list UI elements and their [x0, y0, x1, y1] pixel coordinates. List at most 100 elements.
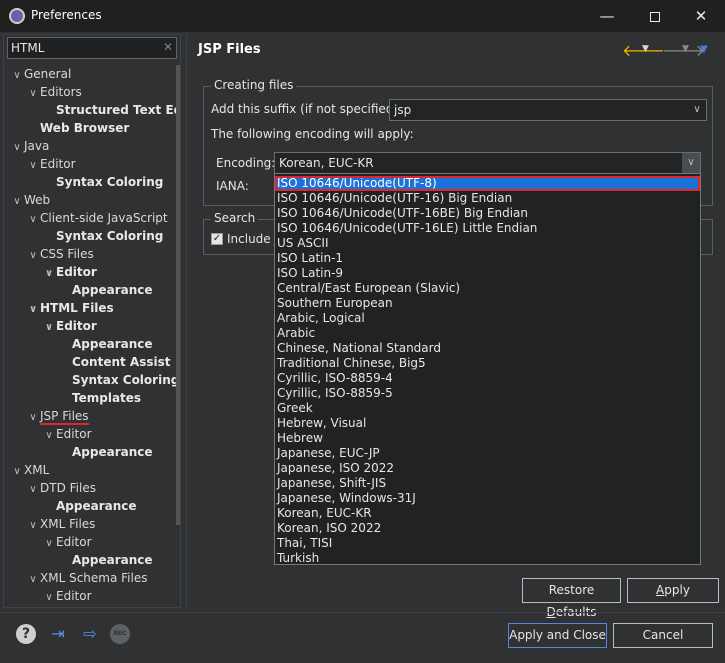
encoding-option[interactable]: Turkish — [275, 551, 700, 564]
encoding-option[interactable]: Cyrillic, ISO-8859-4 — [275, 371, 700, 386]
encoding-option[interactable]: Greek — [275, 401, 700, 416]
tree-item[interactable]: ∨ General — [10, 65, 71, 83]
panel-divider[interactable] — [186, 34, 187, 608]
encoding-option[interactable]: US ASCII — [275, 236, 700, 251]
clear-filter-icon[interactable]: ✕ — [163, 40, 173, 54]
maximize-button[interactable] — [632, 0, 678, 32]
encoding-option[interactable]: Hebrew, Visual — [275, 416, 700, 431]
tree-scrollbar-thumb[interactable] — [176, 65, 180, 525]
encoding-option[interactable]: Arabic, Logical — [275, 311, 700, 326]
encoding-option[interactable]: Thai, TISI — [275, 536, 700, 551]
encoding-option[interactable]: ISO Latin-1 — [275, 251, 700, 266]
encoding-option[interactable]: Japanese, ISO 2022 — [275, 461, 700, 476]
tree-item[interactable]: ∨ Web — [10, 191, 50, 209]
encoding-option[interactable]: ISO 10646/Unicode(UTF-8) — [275, 176, 700, 191]
chevron-down-icon[interactable]: ∨ — [42, 319, 56, 337]
tree-item[interactable]: Appearance — [58, 551, 153, 569]
chevron-down-icon[interactable]: ∨ — [10, 463, 24, 481]
chevron-down-icon[interactable]: ∨ — [10, 193, 24, 211]
tree-item[interactable]: ∨ Editor — [42, 587, 91, 607]
tree-item[interactable]: ∨ Client-side JavaScript — [26, 209, 167, 229]
tree-item[interactable]: Appearance — [58, 335, 153, 353]
chevron-down-icon[interactable]: ∨ — [26, 481, 40, 499]
apply-button[interactable]: Apply — [627, 578, 719, 603]
chevron-down-icon[interactable]: ∨ — [26, 247, 40, 265]
tree-item[interactable]: ∨ Editor — [42, 317, 97, 335]
tree-item[interactable]: Web Browser — [26, 119, 129, 137]
export-icon[interactable]: ⇨ — [80, 624, 100, 644]
filter-input[interactable] — [8, 38, 158, 58]
tree-item[interactable]: ∨ XML Schema Files — [26, 569, 147, 587]
chevron-down-icon[interactable]: ∨ — [688, 100, 706, 120]
tree-item[interactable]: Structured Text Ed — [42, 101, 180, 119]
encoding-option[interactable]: Cyrillic, ISO-8859-5 — [275, 386, 700, 401]
encoding-option[interactable]: Hebrew — [275, 431, 700, 446]
encoding-option[interactable]: ISO 10646/Unicode(UTF-16LE) Little Endia… — [275, 221, 700, 236]
import-icon[interactable]: ⇥ — [48, 624, 68, 644]
chevron-down-icon[interactable]: ∨ — [26, 517, 40, 535]
help-icon[interactable]: ? — [16, 624, 36, 644]
tree-item[interactable]: Appearance — [58, 443, 153, 461]
tree-item[interactable]: Content Assist — [58, 353, 171, 371]
tree-item[interactable]: ∨ Java — [10, 137, 49, 155]
encoding-dropdown-list[interactable]: ISO 10646/Unicode(UTF-8) ISO 10646/Unicod… — [274, 173, 701, 565]
chevron-down-icon[interactable]: ∨ — [42, 535, 56, 553]
suffix-combo[interactable]: jsp ∨ — [389, 99, 707, 121]
chevron-down-icon[interactable]: ∨ — [26, 571, 40, 589]
tree-item[interactable]: ∨ Editor — [42, 533, 91, 553]
tree-item[interactable]: Appearance — [42, 497, 137, 515]
tree-item[interactable]: ∨ XML — [10, 461, 49, 479]
view-menu-icon[interactable]: ▼ — [700, 44, 708, 55]
record-icon[interactable]: REC — [110, 624, 130, 644]
chevron-down-icon[interactable]: ∨ — [26, 85, 40, 103]
encoding-option[interactable]: ISO Latin-9 — [275, 266, 700, 281]
encoding-option[interactable]: ISO 10646/Unicode(UTF-16BE) Big Endian — [275, 206, 700, 221]
chevron-down-icon[interactable]: ∨ — [26, 157, 40, 175]
tree-item[interactable]: Syntax Coloring — [42, 227, 163, 245]
tree-item[interactable]: ∨ XML Files — [26, 515, 95, 533]
tree-item[interactable]: Syntax Coloring — [58, 371, 179, 389]
tree-item[interactable]: Templates — [58, 389, 141, 407]
chevron-down-icon[interactable]: ∨ — [42, 589, 56, 607]
back-history-dropdown-icon[interactable]: ▼ — [642, 44, 649, 54]
encoding-option[interactable]: Traditional Chinese, Big5 — [275, 356, 700, 371]
chevron-down-icon[interactable]: ∨ — [26, 409, 40, 427]
chevron-down-icon[interactable]: ∨ — [10, 139, 24, 157]
encoding-option[interactable]: Korean, ISO 2022 — [275, 521, 700, 536]
chevron-down-icon[interactable]: ∨ — [26, 301, 40, 319]
forward-history-dropdown-icon[interactable]: ▼ — [682, 44, 689, 54]
tree-item[interactable]: ∨ HTML Files — [26, 299, 114, 317]
encoding-option[interactable]: ISO 10646/Unicode(UTF-16) Big Endian — [275, 191, 700, 206]
tree-item[interactable]: ∨ JSP Files — [26, 407, 89, 425]
encoding-option[interactable]: Central/East European (Slavic) — [275, 281, 700, 296]
encoding-option[interactable]: Chinese, National Standard — [275, 341, 700, 356]
chevron-down-icon[interactable]: ∨ — [682, 153, 700, 173]
chevron-down-icon[interactable]: ∨ — [10, 67, 24, 85]
encoding-option[interactable]: Southern European — [275, 296, 700, 311]
encoding-option[interactable]: Japanese, EUC-JP — [275, 446, 700, 461]
encoding-option[interactable]: Arabic — [275, 326, 700, 341]
tree-item[interactable]: Appearance — [58, 281, 153, 299]
chevron-down-icon[interactable]: ∨ — [42, 265, 56, 283]
restore-defaults-button[interactable]: Restore Defaults — [522, 578, 621, 619]
cancel-button[interactable]: Cancel — [613, 623, 713, 648]
chevron-down-icon[interactable]: ∨ — [42, 427, 56, 445]
encoding-combo[interactable]: Korean, EUC-KR ∨ — [274, 152, 701, 174]
minimize-button[interactable]: — — [584, 0, 630, 32]
tree-item-label: CSS Files — [40, 247, 94, 261]
tree-item[interactable]: ∨ CSS Files — [26, 245, 94, 265]
tree-item[interactable]: ∨ Editor — [42, 263, 97, 281]
chevron-down-icon[interactable]: ∨ — [26, 211, 40, 229]
tree-scrollbar[interactable] — [176, 65, 180, 607]
encoding-option[interactable]: Japanese, Windows-31J — [275, 491, 700, 506]
encoding-option[interactable]: Japanese, Shift-JIS — [275, 476, 700, 491]
tree-item[interactable]: ∨ Editor — [26, 155, 75, 175]
tree-item[interactable]: ∨ DTD Files — [26, 479, 96, 497]
tree-item[interactable]: ∨ Editors — [26, 83, 81, 103]
include-jsp-checkbox[interactable]: ✓ — [211, 233, 223, 245]
apply-and-close-button[interactable]: Apply and Close — [508, 623, 607, 648]
encoding-option[interactable]: Korean, EUC-KR — [275, 506, 700, 521]
tree-item[interactable]: ∨ Editor — [42, 425, 91, 445]
close-button[interactable]: ✕ — [678, 0, 724, 32]
tree-item[interactable]: Syntax Coloring — [42, 173, 163, 191]
